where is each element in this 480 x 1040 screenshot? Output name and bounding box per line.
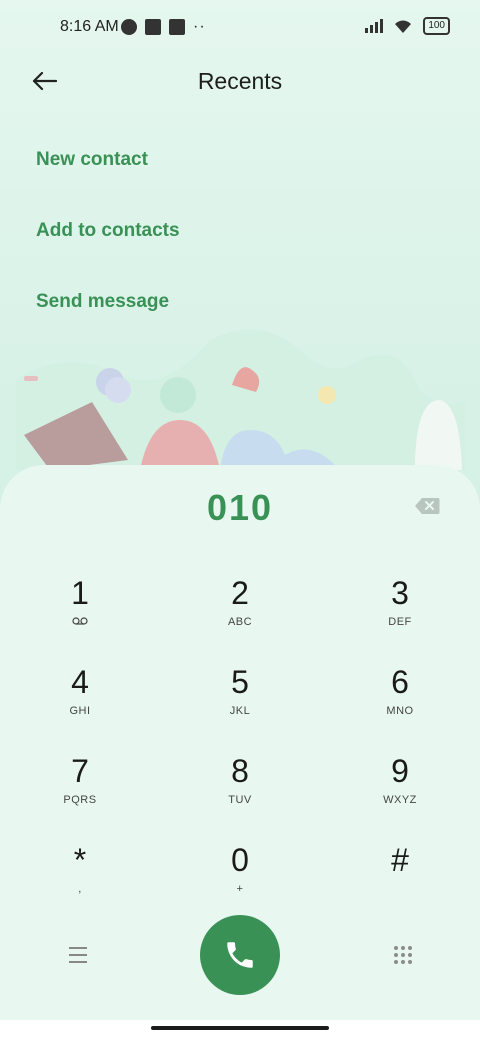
key-digit: 4	[71, 664, 89, 700]
key-digit: #	[391, 842, 409, 878]
key-digit: 8	[231, 753, 249, 789]
hamburger-icon[interactable]	[69, 947, 87, 963]
key-0[interactable]: 0 +	[180, 842, 300, 922]
battery-icon: 100	[423, 17, 450, 35]
dialed-number: 010	[206, 487, 274, 528]
voicemail-icon	[20, 615, 140, 629]
key-6[interactable]: 6 MNO	[340, 664, 460, 744]
navigation-bar	[0, 1020, 480, 1040]
key-digit: *	[73, 842, 87, 878]
key-digit: 7	[71, 753, 89, 789]
status-bar: 8:16 AM ·· 100	[0, 0, 480, 56]
add-to-contacts-option[interactable]: Add to contacts	[36, 201, 180, 272]
key-digit: 5	[231, 664, 249, 700]
signal-icon	[365, 19, 384, 33]
key-8[interactable]: 8 TUV	[180, 753, 300, 833]
key-9[interactable]: 9 WXYZ	[340, 753, 460, 833]
key-4[interactable]: 4 GHI	[20, 664, 140, 744]
new-contact-option[interactable]: New contact	[36, 130, 180, 201]
key-star[interactable]: * ,	[20, 842, 140, 922]
backspace-icon[interactable]	[414, 497, 440, 515]
key-2[interactable]: 2 ABC	[180, 575, 300, 655]
wifi-icon	[395, 20, 412, 33]
page-title: Recents	[197, 68, 283, 94]
upload-icon	[169, 19, 185, 35]
key-letters: TUV	[228, 794, 252, 806]
key-letters: PQRS	[63, 794, 97, 806]
notification-icons: ··	[121, 18, 206, 36]
notification-app-icon	[145, 19, 161, 35]
key-3[interactable]: 3 DEF	[340, 575, 460, 655]
number-actions-menu: New contact Add to contacts Send message	[36, 130, 180, 343]
key-digit: 1	[71, 575, 89, 611]
key-letters: GHI	[69, 705, 91, 717]
key-letters: JKL	[229, 705, 251, 717]
key-letters: ABC	[227, 616, 253, 628]
key-letters: WXYZ	[383, 794, 417, 806]
home-indicator[interactable]	[151, 1026, 329, 1030]
key-hash[interactable]: #	[340, 842, 460, 922]
key-letters: DEF	[388, 616, 412, 628]
status-time: 8:16 AM	[60, 18, 119, 35]
keypad-icon[interactable]	[394, 946, 412, 964]
key-digit: 6	[391, 664, 409, 700]
app-bar: Recents	[0, 56, 480, 108]
key-letters: ,	[78, 883, 82, 895]
key-letters: +	[236, 883, 244, 895]
dialer-panel: 010 1 2 ABC 3 DEF 4 GHI 5 JKL 6 MNO 7 PQ…	[0, 465, 480, 1020]
key-digit: 2	[231, 575, 249, 611]
dialer-actions	[0, 915, 480, 1005]
phone-icon	[227, 942, 253, 968]
call-button[interactable]	[200, 915, 280, 995]
system-icons: 100	[365, 17, 450, 35]
notification-icon	[121, 19, 137, 35]
more-notifications-icon: ··	[193, 18, 206, 35]
key-digit: 0	[231, 842, 249, 878]
key-letters: MNO	[386, 705, 414, 717]
key-digit: 3	[391, 575, 409, 611]
key-7[interactable]: 7 PQRS	[20, 753, 140, 833]
key-1[interactable]: 1	[20, 575, 140, 655]
key-5[interactable]: 5 JKL	[180, 664, 300, 744]
key-digit: 9	[391, 753, 409, 789]
decorative-illustration	[16, 329, 465, 470]
